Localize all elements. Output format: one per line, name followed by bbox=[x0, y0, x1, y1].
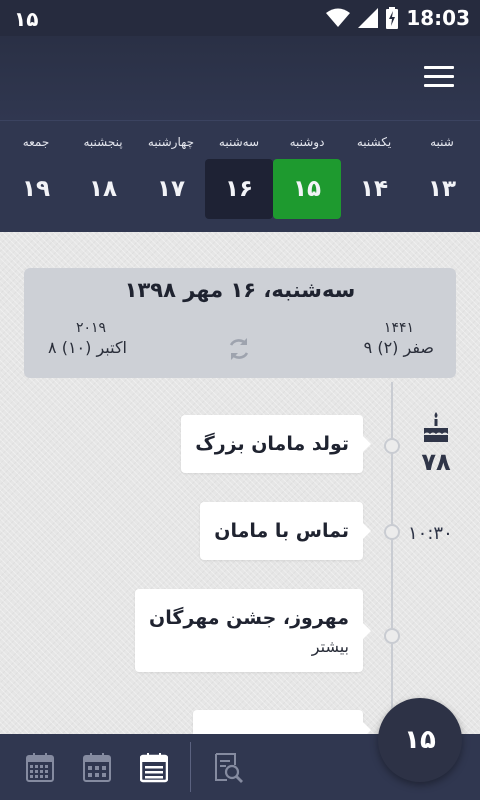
event-time: ۱۰:۳۰ bbox=[408, 523, 453, 544]
age-number: ۷۸ bbox=[421, 448, 451, 476]
day-number: ۱۸ bbox=[88, 176, 118, 202]
day-wednesday[interactable]: چهارشنبه ۱۷ bbox=[137, 121, 205, 233]
gregorian-day: ۸ اکتبر (۱۰) bbox=[48, 338, 127, 357]
day-number: ۱۵ bbox=[273, 159, 341, 219]
timeline-line bbox=[391, 382, 393, 734]
timeline-dot bbox=[384, 524, 400, 540]
battery-charging-icon bbox=[386, 7, 399, 29]
notification-day-number: ۱۵ bbox=[14, 7, 39, 31]
search-calendar-icon[interactable] bbox=[213, 751, 243, 783]
event-title: مهروز، جشن مهرگان bbox=[149, 607, 349, 629]
day-name: یکشنبه bbox=[356, 135, 392, 149]
birthday-age: ۷۸ bbox=[414, 412, 458, 476]
day-number: ۱۶ bbox=[205, 159, 273, 219]
today-fab-button[interactable]: ۱۵ bbox=[378, 698, 462, 782]
day-name: دوشنبه bbox=[289, 135, 325, 149]
day-friday[interactable]: جمعه ۱۹ bbox=[2, 121, 70, 233]
timeline-dot bbox=[384, 438, 400, 454]
hijri-day: ۹ صفر (۲) bbox=[363, 338, 434, 357]
day-tuesday[interactable]: سه‌شنبه ۱۶ bbox=[205, 121, 273, 233]
day-name: سه‌شنبه bbox=[218, 135, 260, 149]
day-view-icon[interactable] bbox=[140, 751, 168, 783]
event-title: تماس با مامان bbox=[214, 520, 349, 542]
day-monday[interactable]: دوشنبه ۱۵ bbox=[273, 121, 341, 233]
day-number: ۱۷ bbox=[156, 176, 186, 202]
event-card[interactable]: تماس با مامان bbox=[200, 502, 371, 560]
event-card[interactable] bbox=[193, 710, 371, 734]
sync-icon[interactable] bbox=[226, 336, 252, 362]
event-more-label: بیشتر bbox=[311, 637, 349, 656]
month-view-icon[interactable] bbox=[26, 751, 54, 783]
app-header bbox=[0, 36, 480, 120]
wifi-icon bbox=[326, 8, 351, 27]
day-number: ۱۹ bbox=[21, 176, 51, 202]
day-name: پنجشنبه bbox=[83, 135, 123, 149]
gregorian-date: ۲۰۱۹ ۸ اکتبر (۱۰) bbox=[48, 320, 127, 357]
hijri-year: ۱۴۴۱ bbox=[383, 320, 414, 336]
timeline-dot bbox=[384, 628, 400, 644]
date-card: سه‌شنبه، ۱۶ مهر ۱۳۹۸ ۱۴۴۱ ۹ صفر (۲) ۲۰۱۹… bbox=[24, 268, 456, 378]
day-thursday[interactable]: پنجشنبه ۱۸ bbox=[69, 121, 137, 233]
event-title: تولد مامان بزرگ bbox=[195, 433, 349, 455]
day-name: شنبه bbox=[430, 135, 454, 149]
day-name: چهارشنبه bbox=[147, 135, 195, 149]
cake-icon bbox=[424, 412, 448, 442]
status-bar: ۱۵ 18:03 bbox=[0, 0, 480, 36]
toolbar-divider bbox=[190, 742, 191, 792]
day-name: جمعه bbox=[22, 135, 50, 149]
clock-time: 18:03 bbox=[406, 6, 470, 30]
day-number: ۱۳ bbox=[427, 176, 457, 202]
day-content: سه‌شنبه، ۱۶ مهر ۱۳۹۸ ۱۴۴۱ ۹ صفر (۲) ۲۰۱۹… bbox=[0, 232, 480, 734]
day-sunday[interactable]: یکشنبه ۱۴ bbox=[340, 121, 408, 233]
hamburger-icon[interactable] bbox=[424, 66, 454, 88]
gregorian-year: ۲۰۱۹ bbox=[76, 320, 107, 336]
date-title: سه‌شنبه، ۱۶ مهر ۱۳۹۸ bbox=[124, 278, 356, 302]
day-number: ۱۴ bbox=[359, 176, 389, 202]
week-view-icon[interactable] bbox=[83, 751, 111, 783]
day-saturday[interactable]: شنبه ۱۳ bbox=[408, 121, 476, 233]
event-card[interactable]: تولد مامان بزرگ bbox=[181, 415, 371, 473]
event-card[interactable]: مهروز، جشن مهرگان بیشتر bbox=[135, 589, 371, 672]
hijri-date: ۱۴۴۱ ۹ صفر (۲) bbox=[364, 320, 434, 357]
status-icons: 18:03 bbox=[326, 6, 470, 30]
signal-icon bbox=[358, 8, 379, 28]
week-strip: شنبه ۱۳ یکشنبه ۱۴ دوشنبه ۱۵ سه‌شنبه ۱۶ چ… bbox=[0, 120, 480, 232]
